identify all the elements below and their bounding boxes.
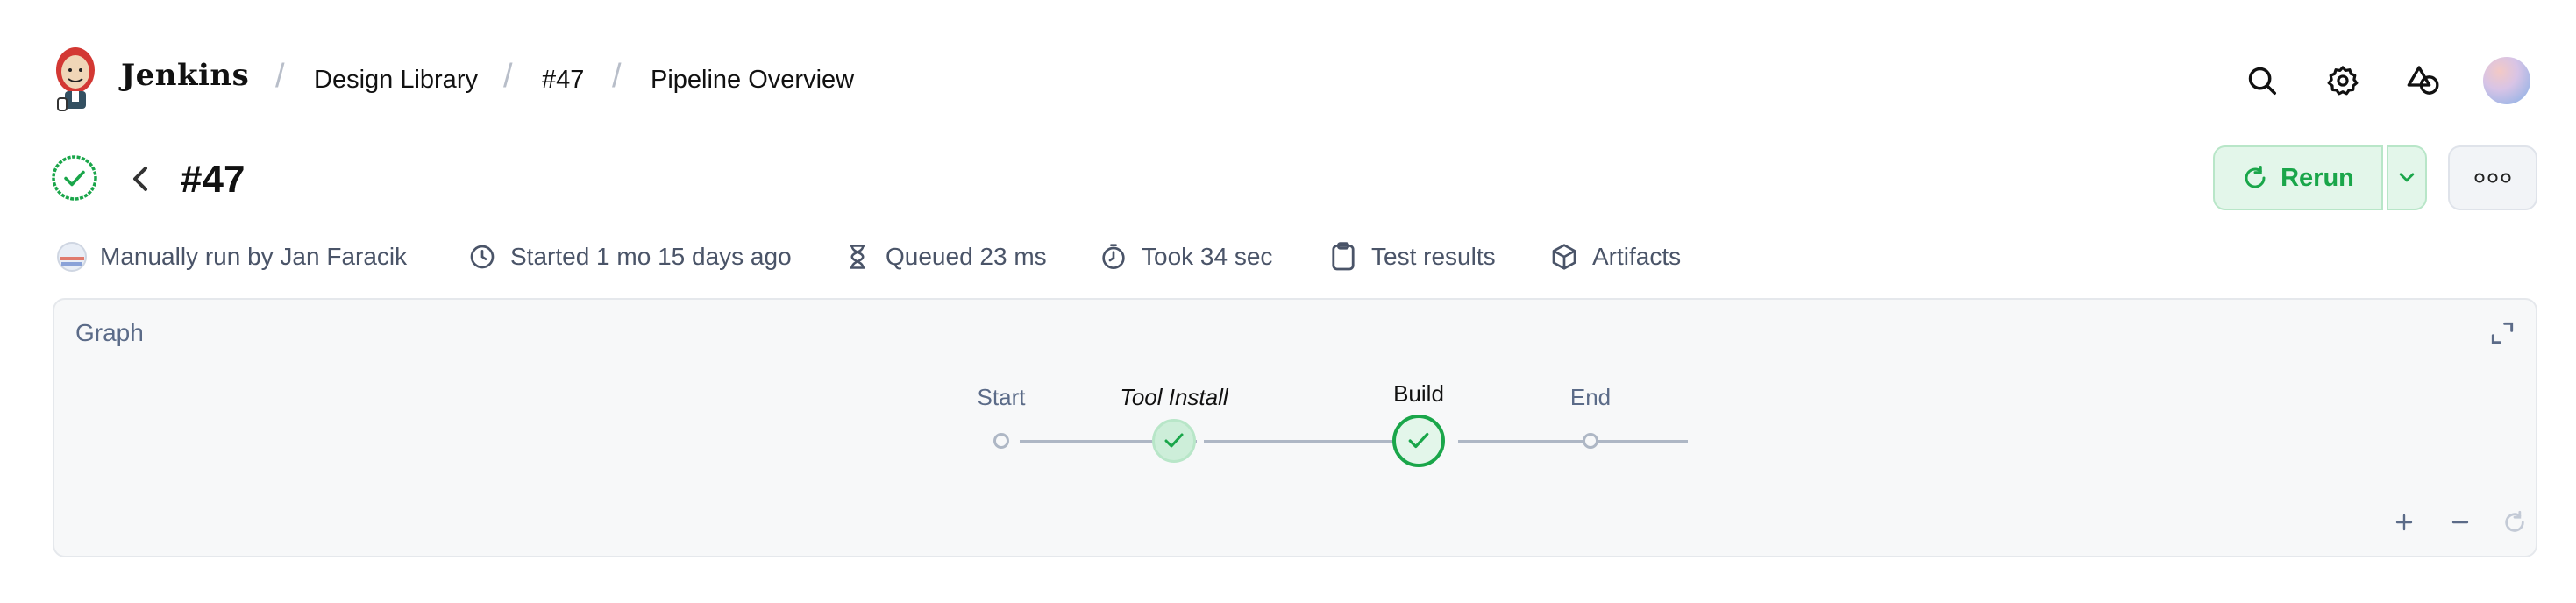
user-avatar[interactable] <box>2483 57 2530 104</box>
node-tool-install[interactable] <box>1152 419 1196 463</box>
shapes-button[interactable] <box>2402 60 2444 102</box>
clock-icon <box>470 245 495 269</box>
graph-title: Graph <box>75 319 144 346</box>
shapes-icon <box>2407 66 2439 95</box>
hourglass-icon <box>850 245 865 269</box>
minus-icon <box>2451 521 2469 524</box>
breadcrumb-separator: / <box>612 58 622 95</box>
timer-icon <box>1102 244 1125 269</box>
chevron-down-icon <box>2399 173 2415 182</box>
meta-started-text: Started 1 mo 15 days ago <box>510 243 792 270</box>
breadcrumb-run[interactable]: #47 <box>542 66 584 95</box>
meta-started: Started 1 mo 15 days ago <box>466 237 792 277</box>
node-label-start: Start <box>977 384 1026 410</box>
meta-queued: Queued 23 ms <box>842 237 1047 277</box>
meta-trigger-text: Manually run by Jan Faracik <box>100 243 408 270</box>
page-title: #47 <box>181 158 246 201</box>
test-results-label: Test results <box>1371 243 1496 270</box>
pipeline-graph-panel: Graph Start Tool Install Build End <box>53 298 2537 557</box>
meta-duration-text: Took 34 sec <box>1142 243 1273 270</box>
brand-name[interactable]: Jenkins <box>121 58 249 93</box>
more-actions-button[interactable] <box>2448 145 2537 210</box>
meta-duration: Took 34 sec <box>1098 237 1272 277</box>
settings-button[interactable] <box>2322 60 2364 102</box>
check-icon <box>1164 433 1184 448</box>
success-status-icon <box>52 155 97 201</box>
reset-zoom-button[interactable] <box>2499 507 2530 538</box>
package-icon <box>1552 244 1576 270</box>
plus-icon <box>2395 514 2413 531</box>
user-avatar-small <box>56 241 88 273</box>
node-end[interactable] <box>1583 433 1598 449</box>
refresh-icon <box>2245 166 2266 188</box>
node-label-build: Build <box>1393 380 1444 407</box>
rerun-options-button[interactable] <box>2387 145 2427 210</box>
zoom-out-button[interactable] <box>2444 507 2476 538</box>
check-icon <box>1408 432 1429 449</box>
breadcrumb-separator: / <box>503 58 513 95</box>
search-icon <box>2248 67 2276 95</box>
artifacts-link[interactable]: Artifacts <box>1548 237 1681 277</box>
test-results-link[interactable]: Test results <box>1327 237 1496 277</box>
breadcrumb-design-library[interactable]: Design Library <box>314 66 478 95</box>
node-start[interactable] <box>993 433 1009 449</box>
zoom-in-button[interactable] <box>2388 507 2420 538</box>
gear-icon <box>2327 66 2359 96</box>
meta-queued-text: Queued 23 ms <box>886 243 1047 270</box>
node-label-end: End <box>1569 384 1612 410</box>
ellipsis-icon <box>2474 173 2511 183</box>
rerun-button[interactable]: Rerun <box>2213 145 2383 210</box>
node-build[interactable] <box>1392 415 1445 467</box>
chevron-left-icon <box>133 167 147 191</box>
artifacts-label: Artifacts <box>1592 243 1682 270</box>
expand-icon[interactable] <box>2488 319 2516 347</box>
meta-trigger: Manually run by Jan Faracik <box>56 237 407 277</box>
clipboard-icon <box>1332 242 1355 271</box>
breadcrumb-pipeline-overview[interactable]: Pipeline Overview <box>651 66 854 95</box>
top-bar: Jenkins / Design Library / #47 / Pipelin… <box>0 0 2576 158</box>
graph-edge <box>1458 440 1688 443</box>
reset-icon <box>2505 510 2524 532</box>
rerun-label: Rerun <box>2281 163 2354 192</box>
back-button[interactable] <box>121 158 160 200</box>
jenkins-logo[interactable] <box>51 44 100 112</box>
node-label-tool-install: Tool Install <box>1120 384 1228 410</box>
search-button[interactable] <box>2241 60 2283 102</box>
breadcrumb-separator: / <box>275 58 285 95</box>
